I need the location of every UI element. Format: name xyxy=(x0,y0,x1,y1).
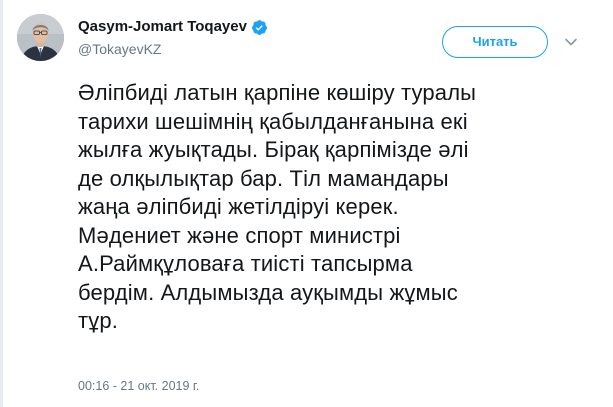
chevron-down-icon[interactable] xyxy=(564,35,578,49)
tweet-text: Әліпбиді латын қарпіне көшіру туралы тар… xyxy=(78,80,477,333)
author-name[interactable]: Qasym-Jomart Toqayev xyxy=(78,17,247,37)
follow-button[interactable]: Читать xyxy=(442,26,548,58)
verified-badge-icon xyxy=(251,19,268,36)
thread-line xyxy=(0,0,3,407)
avatar[interactable] xyxy=(17,14,64,61)
tweet-timestamp[interactable]: 00:16 - 21 окт. 2019 г. xyxy=(78,378,199,394)
